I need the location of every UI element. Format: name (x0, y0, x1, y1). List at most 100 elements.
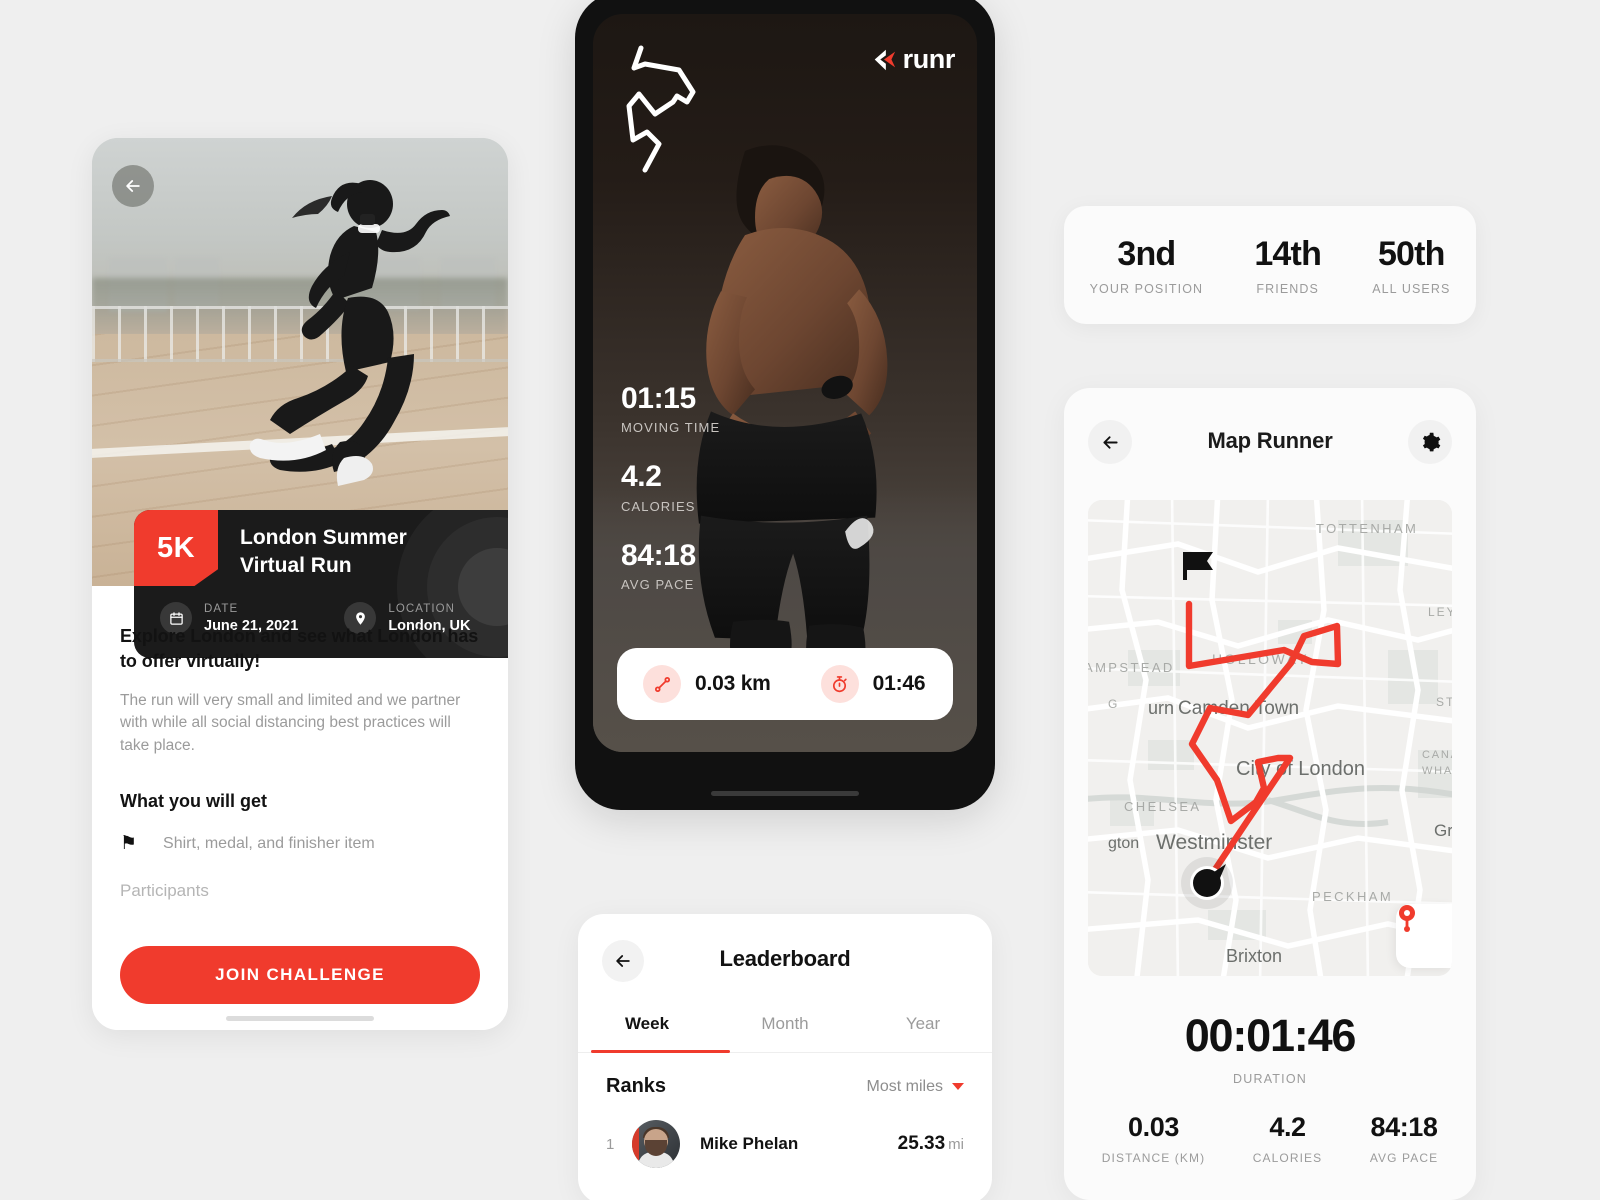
headline: Explore London and see what London has t… (120, 626, 479, 671)
tab-year[interactable]: Year (854, 1006, 992, 1052)
rank-number: 1 (606, 1135, 615, 1153)
tab-month[interactable]: Month (716, 1006, 854, 1052)
mini-stat-value: 0.03 (1128, 1112, 1179, 1142)
distance-value: 0.03 km (695, 672, 771, 695)
svg-text:Gree: Gree (1434, 821, 1452, 840)
gear-icon (1422, 432, 1440, 451)
position-label: ALL USERS (1372, 281, 1451, 296)
phone-mockup: runr 01:15 MOVING TIME 4.2 CALORIES 84:1… (575, 0, 995, 810)
screenshot-stage: 5K London Summer Virtual Run DATE June 2… (0, 0, 1600, 1200)
stat-value: 01:15 (621, 381, 696, 415)
time-value: 01:46 (872, 672, 926, 695)
leaderboard-tabs: Week Month Year (578, 1006, 992, 1053)
svg-text:PECKHAM: PECKHAM (1312, 889, 1393, 904)
position-value: 50th (1377, 234, 1446, 273)
svg-text:STR: STR (1436, 695, 1452, 709)
map-pin-icon (1399, 905, 1415, 932)
participants-label: Participants (120, 881, 209, 901)
duration-label: DURATION (1233, 1072, 1307, 1086)
position-your-position: 3nd YOUR POSITION (1090, 235, 1204, 296)
back-button[interactable] (112, 165, 154, 207)
run-mini-stats: 0.03 DISTANCE (KM) 4.2 CALORIES 84:18 AV… (1064, 1112, 1476, 1165)
stat-avg-pace: 84:18 AVG PACE (621, 538, 720, 592)
summary-pill[interactable]: 0.03 km 01:46 (617, 648, 953, 720)
join-challenge-button[interactable]: JOIN CHALLENGE (120, 946, 480, 1004)
mini-stat-label: CALORIES (1252, 1151, 1323, 1165)
app-brand: runr (871, 44, 955, 75)
sort-label: Most miles (866, 1077, 943, 1095)
distance-unit: mi (948, 1135, 964, 1153)
route-map[interactable]: TOTTENHAM AMPSTEAD HOLLOWAY LEY STR CANA… (1088, 500, 1452, 976)
arrow-left-icon (126, 180, 140, 192)
perk-text: Shirt, medal, and finisher item (163, 834, 375, 852)
perks-heading: What you will get (120, 791, 267, 812)
svg-text:LEY: LEY (1428, 605, 1452, 619)
position-friends: 14th FRIENDS (1254, 234, 1322, 296)
svg-text:Brixton: Brixton (1226, 946, 1282, 966)
position-summary-card: 3nd YOUR POSITION 14th FRIENDS 50th ALL … (1064, 206, 1476, 324)
position-all-users: 50th ALL USERS (1372, 235, 1450, 296)
activity-tracking-screen: runr 01:15 MOVING TIME 4.2 CALORIES 84:1… (593, 14, 977, 752)
avatar (632, 1120, 680, 1168)
mini-stat-distance: 0.03 DISTANCE (KM) (1102, 1112, 1205, 1165)
position-label: YOUR POSITION (1089, 281, 1204, 296)
ranks-heading: Ranks (606, 1075, 667, 1097)
stat-label: CALORIES (621, 498, 696, 514)
list-item[interactable]: 1 Mike Phelan 25.33 mi (578, 1104, 992, 1168)
svg-text:gton: gton (1108, 835, 1139, 852)
svg-text:urn: urn (1148, 698, 1174, 718)
route-icon (643, 665, 681, 703)
mini-stat-value: 84:18 (1370, 1112, 1438, 1142)
mini-stat-label: AVG PACE (1369, 1151, 1439, 1165)
leaderboard-header: Leaderboard (578, 914, 992, 1006)
home-indicator (711, 791, 859, 796)
position-value: 3nd (1117, 234, 1176, 273)
mini-stat-label: DISTANCE (KM) (1101, 1151, 1206, 1165)
mini-stat-value: 4.2 (1269, 1112, 1306, 1142)
runner-photo-silhouette (249, 180, 450, 486)
map-runner-card: Map Runner TOTTENHAM AMPSTEAD HOLLOWAY L… (1064, 388, 1476, 1200)
stat-label: MOVING TIME (621, 420, 721, 435)
mini-stat-calories: 4.2 CALORIES (1253, 1112, 1323, 1165)
svg-text:CANARY: CANARY (1422, 749, 1452, 761)
svg-text:AMPSTEAD: AMPSTEAD (1088, 660, 1175, 675)
stopwatch-icon (820, 665, 859, 703)
ranks-header: Ranks Most miles (578, 1053, 992, 1104)
home-indicator (226, 1016, 374, 1021)
duration-value: 00:01:46 (1184, 1010, 1357, 1061)
map-header: Map Runner (1064, 388, 1476, 500)
svg-text:CHELSEA: CHELSEA (1124, 799, 1202, 814)
recenter-button[interactable] (1396, 904, 1452, 968)
duration-block: 00:01:46 DURATION (1064, 1010, 1476, 1086)
stat-label: AVG PACE (621, 577, 695, 592)
caret-down-icon (952, 1083, 964, 1090)
stat-moving-time: 01:15 MOVING TIME (621, 381, 721, 435)
challenge-description: Explore London and see what London has t… (92, 586, 508, 901)
sort-dropdown[interactable]: Most miles (867, 1078, 964, 1096)
svg-text:Westminster: Westminster (1156, 831, 1272, 854)
tab-week[interactable]: Week (578, 1006, 716, 1052)
stat-value: 84:18 (621, 538, 696, 572)
brand-name: runr (902, 44, 956, 74)
active-tab-underline (591, 1050, 730, 1053)
page-title: Leaderboard (719, 946, 851, 971)
svg-text:WHARF: WHARF (1422, 765, 1452, 777)
runner-name: Mike Phelan (700, 1134, 799, 1153)
svg-text:TOTTENHAM: TOTTENHAM (1316, 521, 1418, 536)
stat-calories: 4.2 CALORIES (621, 461, 720, 514)
live-stats: 01:15 MOVING TIME 4.2 CALORIES 84:18 AVG… (621, 381, 721, 592)
flag-icon: ⚑ (120, 833, 138, 855)
position-label: FRIENDS (1256, 281, 1319, 296)
svg-text:G: G (1108, 697, 1119, 711)
challenge-detail-card: 5K London Summer Virtual Run DATE June 2… (92, 138, 508, 1030)
description-paragraph: The run will very small and limited and … (120, 691, 461, 754)
leaderboard-card: Leaderboard Week Month Year Ranks Most m… (578, 914, 992, 1200)
event-title: London Summer Virtual Run (240, 526, 407, 577)
position-value: 14th (1254, 234, 1322, 273)
perk-row: ⚑ Shirt, medal, and finisher item (120, 834, 480, 853)
settings-button[interactable] (1408, 420, 1452, 464)
mini-stat-avg-pace: 84:18 AVG PACE (1370, 1112, 1438, 1165)
distance-badge: 5K (134, 510, 218, 586)
runr-chevron-icon (874, 49, 895, 70)
stat-value: 4.2 (621, 460, 662, 493)
